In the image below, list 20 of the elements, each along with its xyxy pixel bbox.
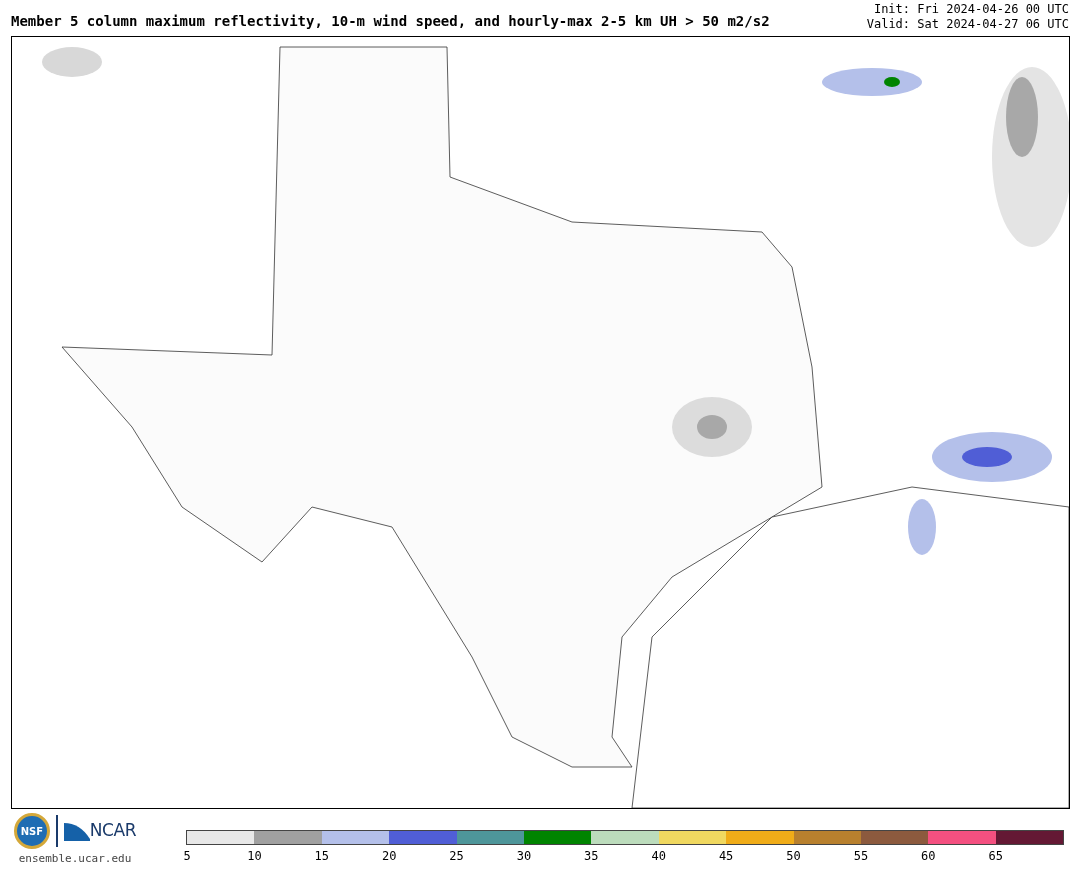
scale-label: 20 — [381, 849, 397, 863]
ncar-swoosh-icon — [63, 821, 90, 841]
scale-label: 35 — [584, 849, 599, 863]
website-url: ensemble.ucar.edu — [18, 851, 132, 867]
logo-text: NSF — [20, 824, 44, 839]
logo-text: NCAR — [89, 819, 137, 843]
scale-label: 30 — [516, 849, 532, 863]
scale-label: 60 — [921, 849, 936, 863]
scale-label: 50 — [786, 849, 801, 863]
chart-title: Member 5 column maximum reflectivity, 10-m wind speed, and hourly-max 2-5 km UH > 50 m2/s2 — [11, 12, 770, 31]
scale-label: 45 — [718, 849, 734, 863]
scale-label: 5 — [183, 849, 191, 863]
valid-time: Valid: Sat 2024-04-27 06 UTC — [866, 17, 1069, 32]
scale-label: 25 — [449, 849, 464, 863]
init-time: Init: Fri 2024-04-26 00 UTC — [873, 2, 1069, 17]
scale-label: 10 — [247, 849, 262, 863]
scale-label: 55 — [853, 849, 869, 863]
scale-label: 65 — [988, 849, 1003, 863]
scale-label: 40 — [651, 849, 666, 863]
scale-label: 15 — [314, 849, 329, 863]
